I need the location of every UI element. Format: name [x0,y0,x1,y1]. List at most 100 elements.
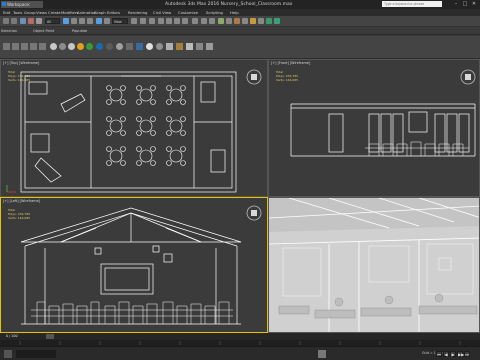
viewcube-icon[interactable] [245,68,263,86]
menu-civil-view[interactable]: Civil View [153,9,171,16]
schematic-view-icon[interactable] [242,18,248,24]
spinner-snap-icon[interactable] [182,18,188,24]
curve-editor-icon[interactable] [234,18,240,24]
space-warp-icon[interactable] [126,43,133,50]
menu-edit[interactable]: Edit [3,9,10,16]
select-by-name-icon[interactable] [71,18,77,24]
go-to-start-button[interactable]: ⏮ [436,351,442,357]
undo-icon[interactable] [3,18,9,24]
front-view-elevation-drawing [290,103,476,157]
status-bar: Grid = 10,0cm ⏮ ◀ ▶ ▶▶ ⏭ [0,346,480,360]
viewport-top[interactable]: [+] [Top] [Wireframe] Total Polys: 234,7… [0,59,268,197]
play-button[interactable]: ▶ [450,351,456,357]
menu-help[interactable]: Help [230,9,239,16]
layer-explorer-icon[interactable] [218,18,224,24]
main-toolbar: All View [0,16,480,27]
reference-coordinate-dropdown[interactable]: View [112,18,128,24]
time-slider-handle[interactable] [46,334,54,339]
cylinder-icon[interactable] [59,43,66,50]
door-icon[interactable] [186,43,193,50]
table-group-set [106,85,186,166]
menu-views[interactable]: Views [36,9,47,16]
viewcube-icon[interactable] [459,68,477,86]
maxscript-listener-icon[interactable] [4,350,12,358]
material-editor-icon[interactable] [250,18,256,24]
maxscript-mini-listener[interactable] [16,350,56,358]
window-crossing-icon[interactable] [87,18,93,24]
geometry-icon[interactable] [156,43,163,50]
menu-group[interactable]: Group [24,9,36,16]
teapot-icon[interactable] [77,43,84,50]
select-object-icon[interactable] [63,18,69,24]
tool-icon-1[interactable] [3,43,10,50]
left-view-section-drawing [20,207,242,325]
menu-create[interactable]: Create [48,9,61,16]
shape-icon[interactable] [146,43,153,50]
app-logo-icon [2,2,6,6]
rectangular-selection-icon[interactable] [79,18,85,24]
align-icon[interactable] [209,18,215,24]
previous-frame-button[interactable]: ◀ [443,351,449,357]
tab-selection[interactable]: Selection [1,28,17,35]
named-selection-icon[interactable] [192,18,198,24]
stairs-icon[interactable] [206,43,213,50]
redo-icon[interactable] [11,18,17,24]
time-slider[interactable]: 0 / 100 [0,333,480,340]
compound-icon[interactable] [166,43,173,50]
perspective-view-drawing [269,198,479,332]
search-input[interactable] [382,1,442,7]
move-icon[interactable] [96,18,102,24]
furniture-row [365,141,469,156]
rotate-icon[interactable] [104,18,110,24]
link-icon[interactable] [20,18,26,24]
tool-icon-3[interactable] [21,43,28,50]
select-manipulate-icon[interactable] [140,18,146,24]
menu-graph-editors[interactable]: Graph Editors [94,9,120,16]
close-button[interactable]: ✕ [470,1,478,7]
system-icon[interactable] [136,43,143,50]
menu-rendering[interactable]: Rendering [128,9,147,16]
menu-tools[interactable]: Tools [13,9,22,16]
menu-scripting[interactable]: Scripting [206,9,223,16]
tool-icon-5[interactable] [39,43,46,50]
light-icon[interactable] [96,43,103,50]
tab-populate[interactable]: Populate [72,28,87,35]
helper-icon[interactable] [116,43,123,50]
sphere-icon[interactable] [50,43,57,50]
tool-icon-2[interactable] [12,43,19,50]
menu-modifiers[interactable]: Modifiers [61,9,78,16]
axis-tripod-icon [6,185,16,193]
tool-icon-4[interactable] [30,43,37,50]
selection-filter-dropdown[interactable]: All [45,18,60,24]
workspace-dropdown[interactable]: Workspace: Default [1,1,43,14]
viewport-left[interactable]: [+] [Left] [Wireframe] Total Polys: 234,… [0,197,268,333]
particle-icon[interactable] [176,43,183,50]
viewport-perspective[interactable] [268,197,480,333]
percent-snap-icon[interactable] [174,18,180,24]
snaps-toggle-icon[interactable] [158,18,164,24]
maximize-button[interactable]: □ [461,1,469,7]
window-icon[interactable] [196,43,203,50]
viewport-front[interactable]: [+] [Front] [Wireframe] Total Polys: 234… [268,59,480,197]
keyboard-shortcut-icon[interactable] [149,18,155,24]
menu-customize[interactable]: Customize [178,9,198,16]
plane-icon[interactable] [86,43,93,50]
render-production-icon[interactable] [274,18,280,24]
go-to-end-button[interactable]: ⏭ [464,351,470,357]
graphite-toolbar-icon[interactable] [226,18,232,24]
frame-counter[interactable]: 0 / 100 [6,334,18,338]
lock-selection-icon[interactable] [318,350,326,358]
render-setup-icon[interactable] [258,18,264,24]
tab-object-paint[interactable]: Object Paint [33,28,54,35]
next-frame-button[interactable]: ▶▶ [457,351,464,357]
viewcube-icon[interactable] [245,204,263,222]
camera-icon[interactable] [106,43,113,50]
bind-space-warp-icon[interactable] [36,18,42,24]
unlink-icon[interactable] [28,18,34,24]
pivot-icon[interactable] [131,18,137,24]
torus-icon[interactable] [68,43,75,50]
rendered-frame-window-icon[interactable] [266,18,272,24]
angle-snap-icon[interactable] [166,18,172,24]
minimize-button[interactable]: – [452,1,460,7]
mirror-icon[interactable] [201,18,207,24]
